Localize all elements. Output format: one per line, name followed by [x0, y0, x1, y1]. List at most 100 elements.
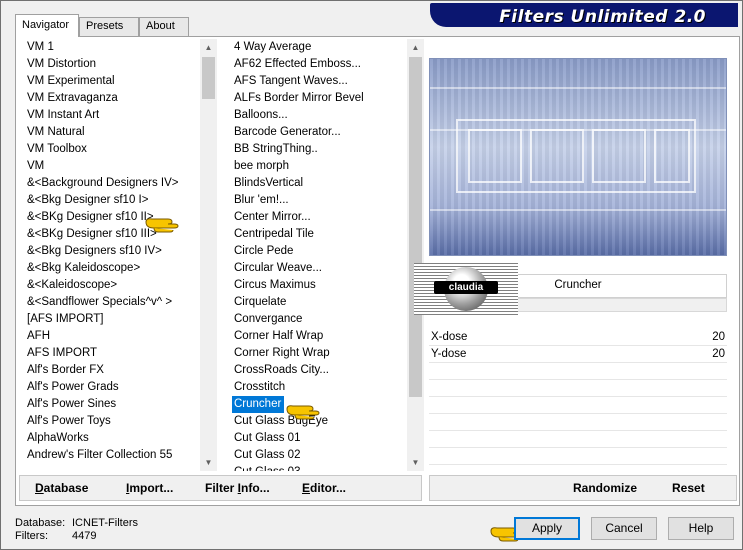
list-item[interactable]: Cirquelate	[229, 294, 407, 311]
database-mnemonic: D	[35, 481, 44, 495]
param-row-empty	[429, 380, 727, 397]
tab-navigator[interactable]: Navigator	[15, 14, 79, 37]
footer-labels: Database: Filters:	[15, 517, 65, 543]
list-item[interactable]: 4 Way Average	[229, 39, 407, 56]
category-scrollbar[interactable]: ▲ ▼	[200, 39, 217, 471]
apply-button[interactable]: Apply	[514, 517, 580, 540]
list-row: VM 1	[19, 39, 200, 56]
list-item[interactable]: &<Bkg Designer sf10 I>	[19, 192, 200, 209]
param-row-empty	[429, 363, 727, 380]
list-row: AFS Tangent Waves...	[229, 73, 407, 90]
list-item[interactable]: VM Instant Art	[19, 107, 200, 124]
list-item[interactable]: &<Kaleidoscope>	[19, 277, 200, 294]
preview-frame	[468, 129, 522, 183]
list-item[interactable]: VM Experimental	[19, 73, 200, 90]
scroll-down-arrow-icon[interactable]: ▼	[200, 454, 217, 471]
list-item[interactable]: Circus Maximus	[229, 277, 407, 294]
param-value[interactable]: 20	[712, 329, 725, 346]
list-item[interactable]: &<Bkg Designers sf10 IV>	[19, 243, 200, 260]
database-button[interactable]: Database	[35, 481, 88, 495]
list-item[interactable]: Andrew's Filter Collection 55	[19, 447, 200, 464]
scroll-up-arrow-icon[interactable]: ▲	[407, 39, 424, 56]
list-item[interactable]: VM 1	[19, 39, 200, 56]
list-item[interactable]: Circular Weave...	[229, 260, 407, 277]
list-item[interactable]: Corner Half Wrap	[229, 328, 407, 345]
list-row: bee morph	[229, 158, 407, 175]
list-item[interactable]: AFH	[19, 328, 200, 345]
list-item[interactable]: Crosstitch	[229, 379, 407, 396]
editor-button[interactable]: Editor...	[302, 481, 346, 495]
scroll-thumb[interactable]	[202, 57, 215, 99]
list-item[interactable]: Blur 'em!...	[229, 192, 407, 209]
list-row: Circular Weave...	[229, 260, 407, 277]
list-row: Circle Pede	[229, 243, 407, 260]
list-item[interactable]: BB StringThing..	[229, 141, 407, 158]
list-item[interactable]: Convergance	[229, 311, 407, 328]
list-item[interactable]: VM Natural	[19, 124, 200, 141]
list-item[interactable]: [AFS IMPORT]	[19, 311, 200, 328]
category-list[interactable]: VM 1 VM Distortion VM Experimental VM Extra…	[19, 39, 200, 471]
scroll-down-arrow-icon[interactable]: ▼	[407, 454, 424, 471]
list-item[interactable]: Corner Right Wrap	[229, 345, 407, 362]
list-row: BB StringThing..	[229, 141, 407, 158]
tab-presets[interactable]: Presets	[79, 17, 139, 36]
list-row: Corner Right Wrap	[229, 345, 407, 362]
list-item[interactable]: VM Distortion	[19, 56, 200, 73]
list-item[interactable]: AlphaWorks	[19, 430, 200, 447]
randomize-button[interactable]: Randomize	[573, 481, 637, 495]
list-item[interactable]: Center Mirror...	[229, 209, 407, 226]
list-row: [AFS IMPORT]	[19, 311, 200, 328]
filter-scrollbar[interactable]: ▲ ▼	[407, 39, 424, 471]
list-row: Alf's Power Sines	[19, 396, 200, 413]
list-item[interactable]: &<Sandflower Specials^v^ >	[19, 294, 200, 311]
list-item[interactable]: Cut Glass 02	[229, 447, 407, 464]
list-item[interactable]: VM Toolbox	[19, 141, 200, 158]
help-button[interactable]: Help	[668, 517, 734, 540]
list-item[interactable]: bee morph	[229, 158, 407, 175]
list-row: Blur 'em!...	[229, 192, 407, 209]
cancel-button[interactable]: Cancel	[591, 517, 657, 540]
tab-about[interactable]: About	[139, 17, 189, 36]
filter-preview-image	[429, 58, 727, 256]
list-row: &<Background Designers IV>	[19, 175, 200, 192]
param-row-empty	[429, 448, 727, 465]
pointing-hand-icon	[286, 405, 320, 420]
list-item[interactable]: AFS IMPORT	[19, 345, 200, 362]
param-row-y-dose[interactable]: Y-dose 20	[429, 346, 727, 363]
list-row: VM Extravaganza	[19, 90, 200, 107]
list-item[interactable]: BlindsVertical	[229, 175, 407, 192]
list-item[interactable]: AF62 Effected Emboss...	[229, 56, 407, 73]
selected-list-item[interactable]: Cruncher	[232, 396, 285, 413]
list-item[interactable]: VM	[19, 158, 200, 175]
list-item[interactable]: Cut Glass 03	[229, 464, 407, 471]
scroll-up-arrow-icon[interactable]: ▲	[200, 39, 217, 56]
list-item[interactable]: Alf's Power Grads	[19, 379, 200, 396]
list-item[interactable]: VM Extravaganza	[19, 90, 200, 107]
list-item[interactable]: Cut Glass 01	[229, 430, 407, 447]
list-item[interactable]: ALFs Border Mirror Bevel	[229, 90, 407, 107]
list-item[interactable]: AFS Tangent Waves...	[229, 73, 407, 90]
list-row: Cut Glass 01	[229, 430, 407, 447]
list-item[interactable]: &<Background Designers IV>	[19, 175, 200, 192]
list-item[interactable]: Balloons...	[229, 107, 407, 124]
list-item[interactable]: Alf's Power Toys	[19, 413, 200, 430]
list-item[interactable]: Barcode Generator...	[229, 124, 407, 141]
list-row: &<Bkg Kaleidoscope>	[19, 260, 200, 277]
param-value[interactable]: 20	[712, 346, 725, 363]
list-item[interactable]: Alf's Power Sines	[19, 396, 200, 413]
list-row: Corner Half Wrap	[229, 328, 407, 345]
list-row: Alf's Power Grads	[19, 379, 200, 396]
list-row: VM Instant Art	[19, 107, 200, 124]
reset-button[interactable]: Reset	[672, 481, 705, 495]
filter-info-button[interactable]: Filter Info...	[205, 481, 270, 495]
list-item[interactable]: Centripedal Tile	[229, 226, 407, 243]
scroll-thumb[interactable]	[409, 57, 422, 397]
list-item[interactable]: CrossRoads City...	[229, 362, 407, 379]
param-row-x-dose[interactable]: X-dose 20	[429, 329, 727, 346]
filter-info-label: nfo...	[241, 481, 270, 495]
list-item[interactable]: Circle Pede	[229, 243, 407, 260]
list-item[interactable]: Alf's Border FX	[19, 362, 200, 379]
import-button[interactable]: Import...	[126, 481, 173, 495]
list-row: Balloons...	[229, 107, 407, 124]
list-item[interactable]: &<Bkg Kaleidoscope>	[19, 260, 200, 277]
